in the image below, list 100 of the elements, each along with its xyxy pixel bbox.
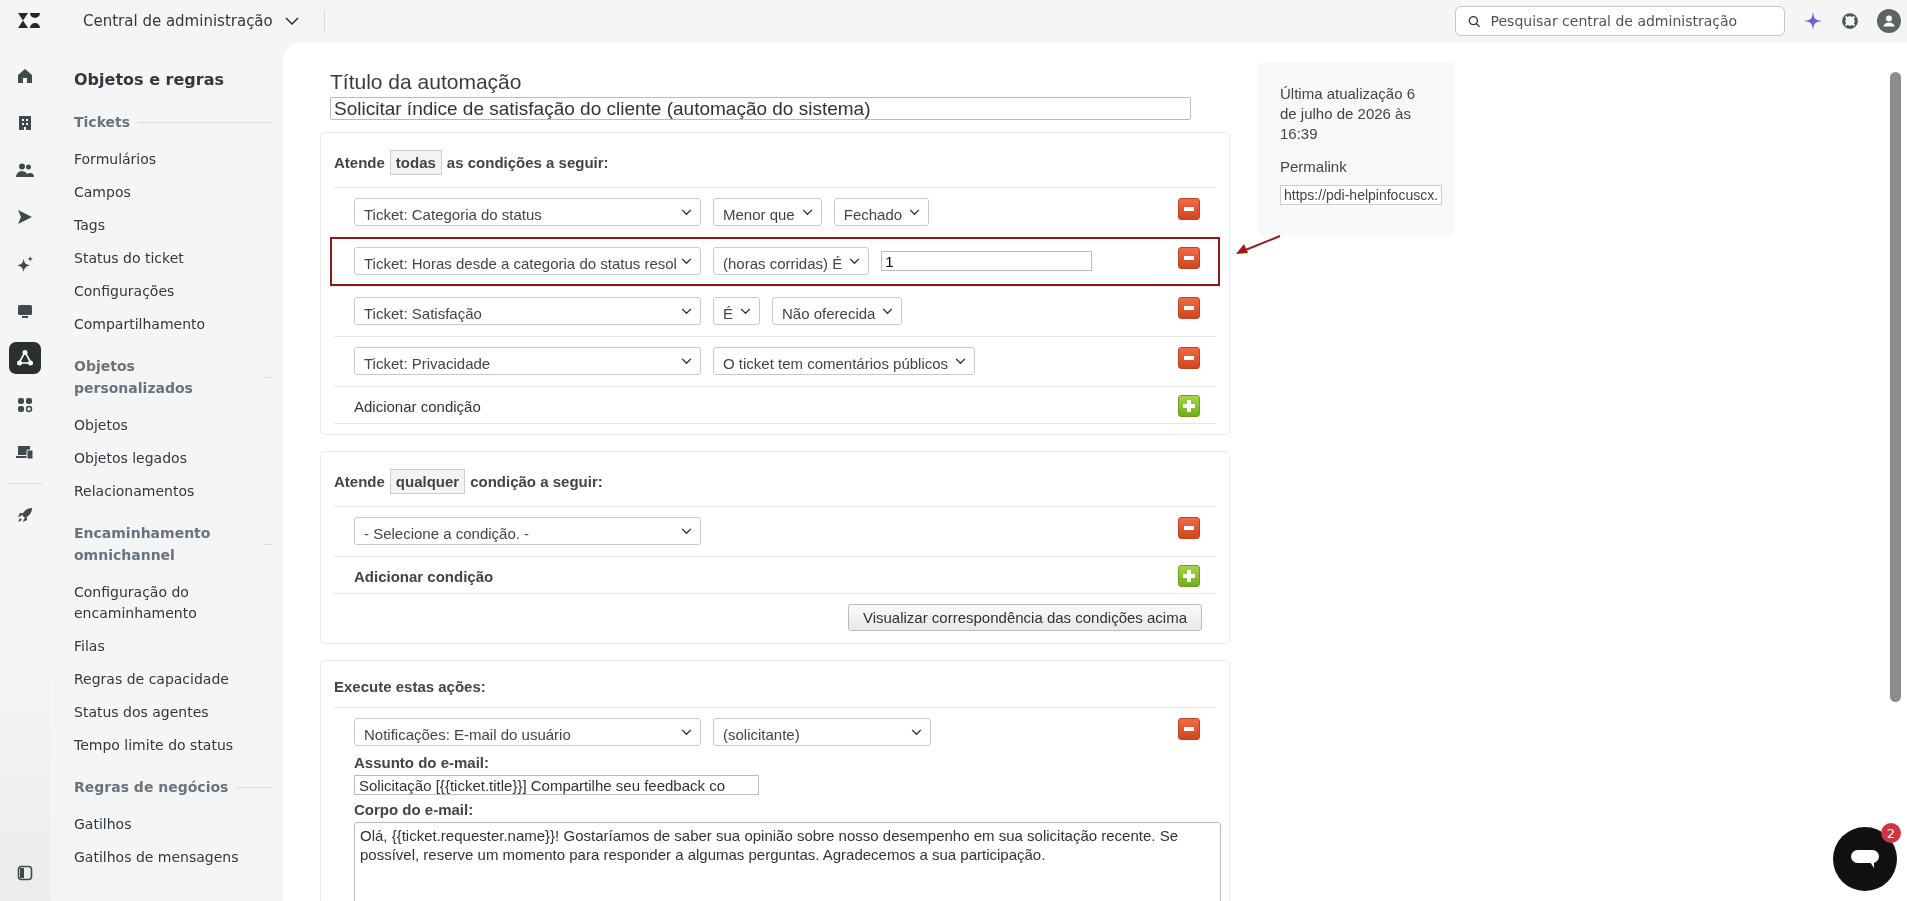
- nav-rail-button[interactable]: [9, 342, 41, 374]
- laptop-icon: [16, 444, 34, 460]
- remove-button[interactable]: [1178, 297, 1200, 319]
- chat-bubble-icon: [1850, 849, 1880, 869]
- sidebar-item[interactable]: Filas: [74, 630, 273, 663]
- triangle-nodes-icon: [16, 349, 34, 367]
- sidebar-icon: [17, 865, 33, 881]
- dropdown[interactable]: Não oferecida: [772, 297, 903, 325]
- rocket-icon: [17, 507, 33, 523]
- chevron-down-icon: [284, 17, 299, 25]
- minus-icon: [1183, 526, 1195, 530]
- scrollbar[interactable]: [1890, 72, 1901, 702]
- dropdown[interactable]: (solicitante): [713, 718, 931, 746]
- dropdown[interactable]: - Selecione a condição. -: [354, 517, 701, 545]
- search-icon: [1468, 14, 1481, 28]
- dropdown[interactable]: Ticket: Privacidade: [354, 347, 701, 375]
- building-icon: [17, 115, 33, 131]
- sidebar-item[interactable]: Relacionamentos: [74, 475, 273, 508]
- sidebar-item[interactable]: Gatilhos de mensagens: [74, 841, 273, 874]
- condition-label: condição a seguir:: [470, 473, 603, 490]
- remove-button[interactable]: [1178, 718, 1200, 740]
- chevron-down-icon: [681, 528, 692, 535]
- permalink-label: Permalink: [1280, 158, 1348, 175]
- notification-badge: 2: [1881, 823, 1901, 843]
- title-input[interactable]: Solicitar índice de satisfação do cliente (automação do sistema): [330, 97, 1191, 120]
- preview-button[interactable]: Visualizar correspondência das condições acima: [847, 604, 1202, 631]
- sidebar-item[interactable]: Compartilhamento: [74, 308, 273, 341]
- remove-button[interactable]: [1178, 247, 1200, 269]
- remove-button[interactable]: [1178, 517, 1200, 539]
- chevron-down-icon: [681, 258, 692, 265]
- sidebar-item[interactable]: Tempo limite do status: [74, 729, 273, 762]
- dropdown[interactable]: Ticket: Horas desde a categoria do status resol: [354, 247, 701, 275]
- section-heading: Objetos personalizados: [74, 357, 194, 398]
- sidebar-item[interactable]: Status dos agentes: [74, 696, 273, 729]
- section-heading: Encaminhamento omnichannel: [74, 524, 212, 565]
- sidebar-item[interactable]: Formulários: [74, 143, 273, 176]
- chevron-down-icon: [681, 308, 692, 315]
- sidebar-item[interactable]: Gatilhos: [74, 808, 273, 841]
- dropdown[interactable]: Notificações: E-mail do usuário: [354, 718, 701, 746]
- sidebar-item[interactable]: Objetos: [74, 409, 273, 442]
- dropdown[interactable]: Ticket: Satisfação: [354, 297, 701, 325]
- section-heading: Regras de negócios: [74, 778, 229, 797]
- body-textarea[interactable]: Olá, {{ticket.requester.name}}! Gostaríamos de saber sua opinião sobre nosso desempenho em sua solicitação recente. Se possível, reserve um momento para responder a algumas perguntas. Agradecemos a sua participação.: [354, 822, 1221, 901]
- dropdown[interactable]: É: [713, 297, 760, 325]
- last-updated-text: Última atualização 6 de julho de 2026 às 16:39: [1280, 84, 1417, 144]
- quantifier-button[interactable]: qualquer: [389, 469, 466, 494]
- avatar-icon[interactable]: [1877, 9, 1901, 33]
- chevron-down-icon: [911, 729, 922, 736]
- people-icon: [16, 162, 34, 178]
- chevron-down-icon: [740, 308, 751, 315]
- minus-icon: [1183, 306, 1195, 310]
- logo-icon: [17, 12, 41, 30]
- dropdown[interactable]: Ticket: Categoria do status: [354, 198, 701, 226]
- add-button[interactable]: [1178, 395, 1200, 417]
- field-label: Assunto do e-mail:: [354, 754, 490, 771]
- add-button[interactable]: [1178, 565, 1200, 587]
- product-switcher[interactable]: Central de administração: [83, 12, 299, 30]
- chevron-down-icon: [955, 358, 967, 365]
- sidebar-item[interactable]: Campos: [74, 176, 273, 209]
- sidebar-item[interactable]: Objetos legados: [74, 442, 273, 475]
- minus-icon: [1183, 256, 1195, 260]
- search-field[interactable]: Pesquisar central de administração: [1455, 6, 1785, 36]
- add-condition-label[interactable]: Adicionar condição: [354, 567, 494, 585]
- home-icon: [17, 68, 33, 84]
- chevron-down-icon: [681, 209, 692, 216]
- remove-button[interactable]: [1178, 347, 1200, 369]
- monitor-icon: [17, 303, 33, 319]
- quantifier-button[interactable]: todas: [389, 150, 442, 175]
- help-icon[interactable]: [1841, 12, 1859, 30]
- subject-input[interactable]: Solicitação [{{ticket.title}}] Compartilhe seu feedback co: [354, 775, 759, 795]
- dropdown[interactable]: (horas corridas) É: [713, 247, 870, 275]
- plus-icon: [1183, 400, 1195, 412]
- remove-button[interactable]: [1178, 198, 1200, 220]
- condition-label: Atende: [334, 473, 385, 490]
- sidebar-item[interactable]: Tags: [74, 209, 273, 242]
- section-heading: Execute estas ações:: [334, 678, 486, 695]
- sidebar-title: Objetos e regras: [74, 70, 225, 89]
- dropdown[interactable]: Fechado: [833, 198, 930, 226]
- sparkle-icon: [16, 255, 34, 273]
- chevron-down-icon: [909, 209, 921, 216]
- field-label: Título da automação: [329, 70, 523, 94]
- dropdown[interactable]: O ticket tem comentários públicos: [713, 347, 976, 375]
- annotation-arrow: [1235, 235, 1281, 257]
- condition-label: as condições a seguir:: [446, 154, 609, 171]
- sidebar-item[interactable]: Regras de capacidade: [74, 663, 273, 696]
- minus-icon: [1183, 727, 1195, 731]
- chevron-down-icon: [681, 358, 692, 365]
- paper-plane-icon: [17, 209, 33, 225]
- sidebar-item[interactable]: Configuração do encaminhamento: [74, 576, 273, 630]
- minus-icon: [1183, 207, 1195, 211]
- section-heading: Tickets: [74, 113, 131, 132]
- add-condition-label[interactable]: Adicionar condição: [354, 397, 481, 415]
- value-input[interactable]: 1: [881, 251, 1093, 271]
- sidebar-item[interactable]: Configurações: [74, 275, 273, 308]
- plus-icon: [1183, 570, 1195, 582]
- minus-icon: [1183, 356, 1195, 360]
- permalink-field[interactable]: https://pdi-helpinfocuscx.: [1280, 185, 1443, 205]
- chevron-down-icon: [882, 308, 894, 315]
- dropdown[interactable]: Menor que: [713, 198, 822, 226]
- sidebar-item[interactable]: Status do ticket: [74, 242, 273, 275]
